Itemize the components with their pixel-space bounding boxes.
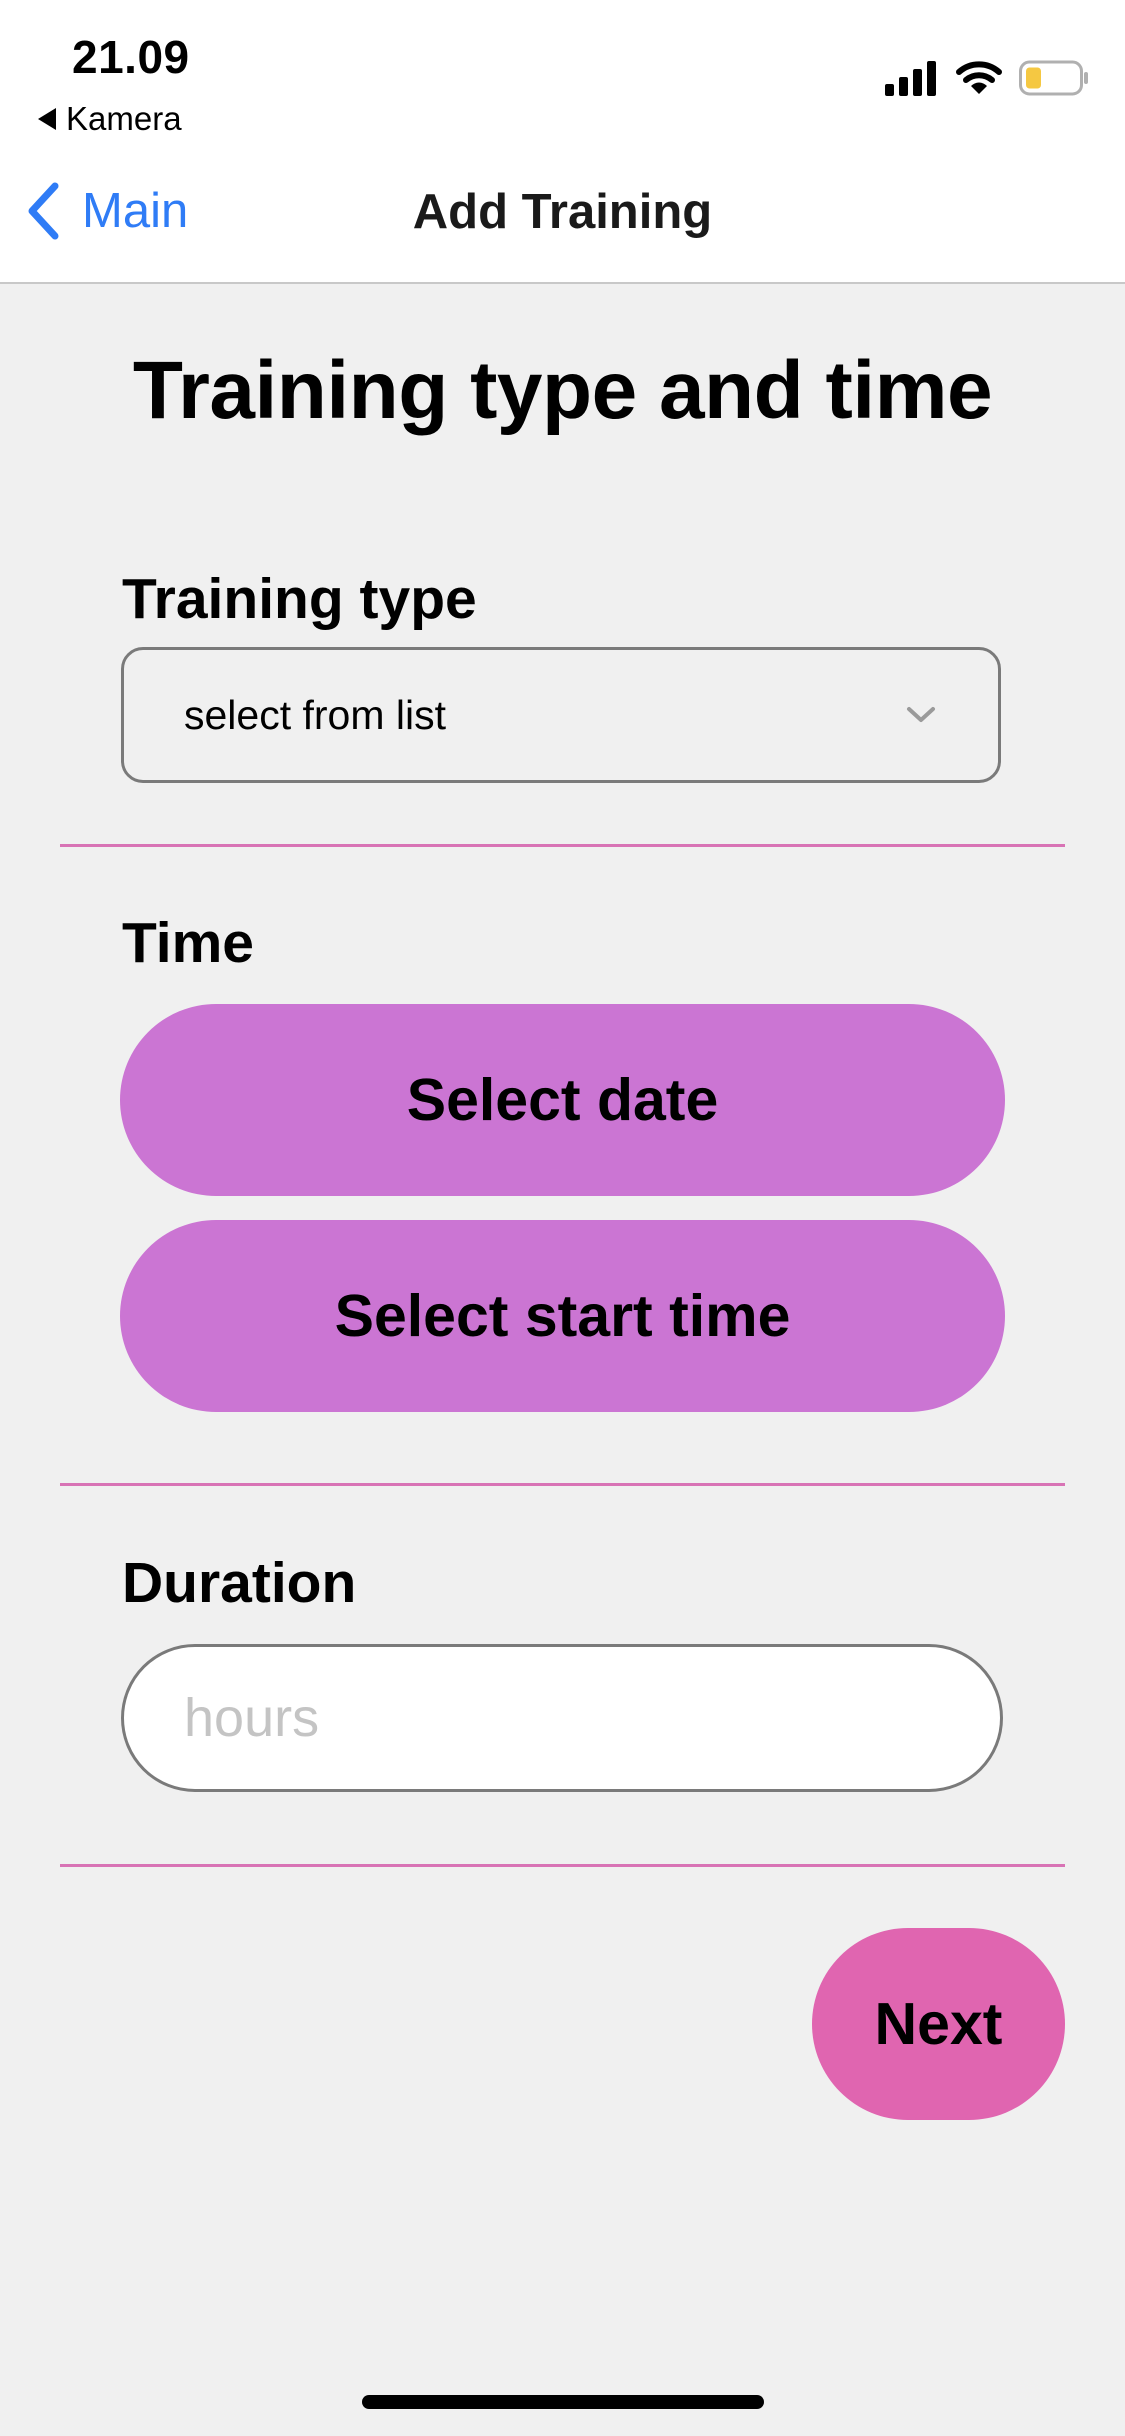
duration-hours-input[interactable] [121, 1644, 1003, 1792]
cellular-signal-icon [885, 61, 936, 96]
page-title: Training type and time [132, 345, 993, 436]
nav-title: Add Training [412, 185, 713, 239]
home-indicator[interactable] [362, 2395, 764, 2409]
battery-icon [1019, 60, 1088, 96]
status-back-label: Kamera [66, 100, 182, 137]
status-back-to-app[interactable]: Kamera [38, 100, 182, 138]
next-button[interactable]: Next [812, 1928, 1065, 2120]
back-triangle-icon [38, 108, 56, 130]
duration-label: Duration [122, 1551, 357, 1615]
section-divider [60, 1864, 1065, 1867]
status-icons [885, 60, 1089, 96]
status-time: 21.09 [72, 31, 190, 83]
training-type-dropdown[interactable]: select from list [121, 647, 1001, 783]
section-divider [60, 1483, 1065, 1486]
section-divider [60, 844, 1065, 847]
select-start-time-button[interactable]: Select start time [120, 1220, 1005, 1412]
top-bar: 21.09 Kamera Main Add Training [0, 0, 1125, 284]
add-training-screen: 21.09 Kamera Main Add Training Training … [0, 0, 1125, 2436]
select-date-button[interactable]: Select date [120, 1004, 1005, 1196]
wifi-icon [956, 61, 1002, 94]
training-type-selected-value: select from list [184, 691, 446, 738]
time-label: Time [122, 911, 255, 975]
training-type-label: Training type [122, 567, 477, 631]
chevron-down-icon [907, 707, 935, 722]
